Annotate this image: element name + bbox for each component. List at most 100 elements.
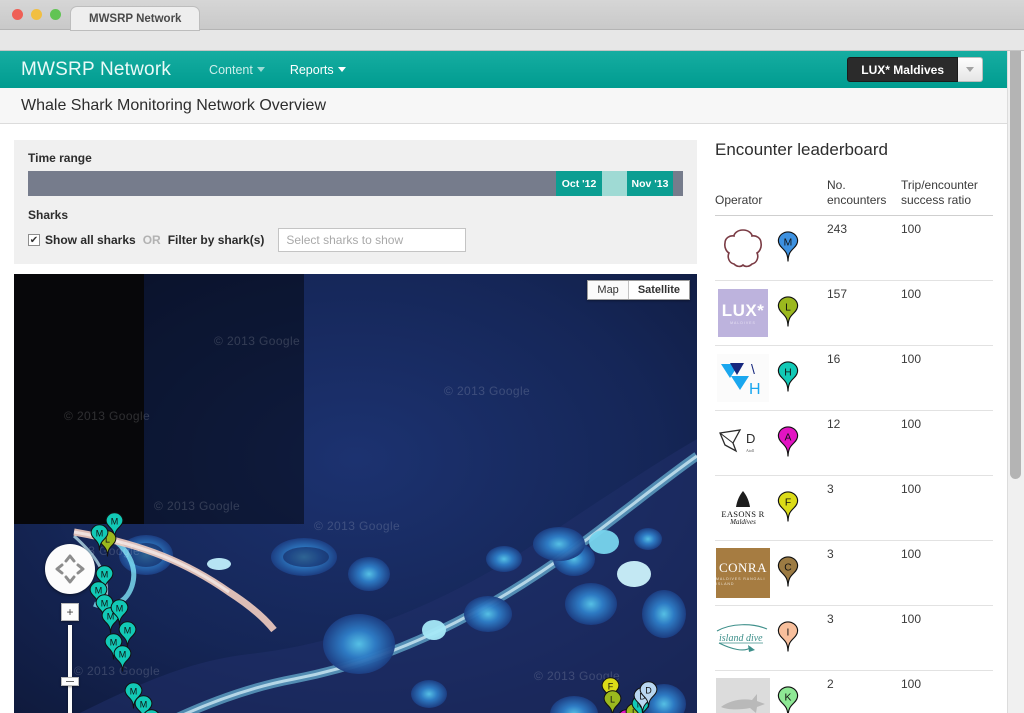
- svg-text:D: D: [746, 431, 755, 446]
- map-type-control[interactable]: Map Satellite: [587, 280, 690, 300]
- user-menu[interactable]: LUX* Maldives: [847, 57, 983, 82]
- map-pan-control[interactable]: [45, 544, 95, 594]
- operator-logo: D Atoll: [715, 417, 771, 469]
- leaderboard-header-row: Operator No. encounters Trip/encounter s…: [715, 178, 993, 216]
- lux-logo-icon: LUX* MALDIVES: [718, 289, 768, 337]
- sharks-label: Sharks: [28, 208, 69, 222]
- svg-text:L: L: [785, 302, 791, 313]
- minimize-window-icon[interactable]: [31, 9, 42, 20]
- zoom-in-button[interactable]: +: [61, 603, 79, 621]
- svg-text:C: C: [784, 562, 792, 573]
- page-root: MWSRP Network Content Reports LUX* Maldi…: [0, 51, 1007, 713]
- table-row[interactable]: island dive I 3 100: [715, 605, 993, 671]
- table-row[interactable]: M 243 100: [715, 215, 993, 281]
- pan-control-icon: [55, 554, 85, 584]
- map-pin-icon: M: [144, 709, 159, 713]
- dhoni-logo-icon: D Atoll: [719, 429, 755, 453]
- brand-title[interactable]: MWSRP Network: [21, 59, 171, 81]
- map-marker[interactable]: M: [142, 709, 161, 713]
- browser-tab-label: MWSRP Network: [89, 12, 182, 25]
- page-scrollbar-thumb[interactable]: [1010, 51, 1021, 479]
- map-marker[interactable]: M: [113, 645, 132, 672]
- operator-pin: M: [777, 231, 799, 265]
- svg-text:H: H: [784, 367, 791, 378]
- column-header-operator: Operator: [715, 178, 827, 216]
- nav-item-content[interactable]: Content: [209, 63, 265, 77]
- operator-logo: [715, 677, 771, 713]
- svg-text:M: M: [96, 529, 104, 539]
- map-pin-icon: L: [603, 690, 622, 713]
- map-attribution: © 2013 Google: [444, 384, 531, 398]
- page-content: Time range Oct '12 Nov '13 Sharks ✔ Show…: [0, 124, 1007, 713]
- user-menu-label[interactable]: LUX* Maldives: [847, 57, 958, 82]
- svg-text:Atoll: Atoll: [746, 448, 755, 453]
- encounters-cell: 3: [827, 475, 901, 541]
- svg-text:M: M: [116, 604, 124, 614]
- table-row[interactable]: EASONS R Maldives F 3 100: [715, 475, 993, 541]
- page-title: Whale Shark Monitoring Network Overview: [21, 96, 326, 114]
- flower-outline-icon: [724, 229, 762, 268]
- main-navbar: MWSRP Network Content Reports LUX* Maldi…: [0, 51, 1007, 88]
- browser-titlebar: MWSRP Network: [0, 0, 1024, 30]
- close-window-icon[interactable]: [12, 9, 23, 20]
- browser-tab[interactable]: MWSRP Network: [71, 7, 200, 30]
- table-row[interactable]: LUX* MALDIVES L 157 100: [715, 280, 993, 346]
- operator-wrapper: \ H H: [715, 352, 821, 404]
- svg-text:K: K: [785, 692, 792, 703]
- ratio-cell: 100: [901, 605, 993, 671]
- svg-text:I: I: [787, 627, 790, 638]
- svg-text:F: F: [785, 497, 791, 508]
- operator-pin: L: [777, 296, 799, 330]
- map-pin-icon: K: [777, 686, 799, 713]
- chevron-down-icon: [256, 67, 265, 72]
- map-marker[interactable]: L: [603, 690, 622, 713]
- ratio-cell: 100: [901, 540, 993, 606]
- ratio-cell: 100: [901, 670, 993, 713]
- encounters-cell: 157: [827, 280, 901, 346]
- show-all-sharks-checkbox[interactable]: ✔: [28, 234, 40, 246]
- operator-wrapper: LUX* MALDIVES L: [715, 287, 821, 339]
- zoom-window-icon[interactable]: [50, 9, 61, 20]
- operator-cell: LUX* MALDIVES L: [715, 280, 827, 346]
- column-header-ratio: Trip/encounter success ratio: [901, 178, 993, 216]
- encounters-cell: 3: [827, 605, 901, 671]
- svg-text:A: A: [785, 432, 792, 443]
- zoom-slider-track[interactable]: [61, 625, 79, 713]
- ratio-cell: 100: [901, 345, 993, 411]
- table-row[interactable]: CONRA MALDIVES RANGALI ISLAND C 3 100: [715, 540, 993, 606]
- operator-cell: \ H H: [715, 345, 827, 411]
- time-range-start-handle[interactable]: Oct '12: [556, 171, 602, 196]
- svg-text:D: D: [645, 686, 652, 696]
- time-range-end-handle[interactable]: Nov '13: [627, 171, 673, 196]
- table-row[interactable]: K 2 100: [715, 670, 993, 713]
- or-separator-label: OR: [142, 233, 161, 247]
- map-marker[interactable]: D: [639, 681, 658, 708]
- user-menu-toggle[interactable]: [958, 57, 983, 82]
- ratio-cell: 100: [901, 475, 993, 541]
- time-range-slider[interactable]: Oct '12 Nov '13: [28, 171, 683, 196]
- map-type-map-button[interactable]: Map: [588, 281, 628, 299]
- triangles-h-icon: \ H: [717, 354, 769, 402]
- leaderboard-body: M 243 100 LUX* MALDIVES L 157 100 \ H H 16 100 D Atoll…: [715, 215, 993, 713]
- browser-toolbar: [0, 30, 1024, 51]
- map-zoom-control[interactable]: + −: [61, 603, 79, 713]
- show-all-sharks-label[interactable]: Show all sharks: [45, 233, 136, 247]
- operator-logo: island dive: [715, 612, 771, 664]
- map-type-satellite-button[interactable]: Satellite: [627, 281, 689, 299]
- shark-select-input[interactable]: Select sharks to show: [278, 228, 467, 252]
- operator-pin: F: [777, 491, 799, 525]
- page-scrollbar[interactable]: [1007, 51, 1024, 713]
- island-dive-icon: island dive: [716, 624, 768, 652]
- table-row[interactable]: D Atoll A 12 100: [715, 410, 993, 476]
- nav-links: Content Reports: [209, 63, 346, 77]
- operator-cell: EASONS R Maldives F: [715, 475, 827, 541]
- nav-item-reports[interactable]: Reports: [290, 63, 346, 77]
- map-canvas[interactable]: © 2013 Google © 2013 Google © 2013 Googl…: [14, 274, 697, 713]
- column-header-encounters-line1: No.: [827, 178, 846, 192]
- nav-item-reports-label: Reports: [289, 62, 334, 77]
- operator-logo: \ H: [715, 352, 771, 404]
- zoom-slider-thumb[interactable]: [61, 677, 79, 686]
- leaderboard-title: Encounter leaderboard: [715, 140, 888, 159]
- window-traffic-lights[interactable]: [0, 9, 71, 29]
- table-row[interactable]: \ H H 16 100: [715, 345, 993, 411]
